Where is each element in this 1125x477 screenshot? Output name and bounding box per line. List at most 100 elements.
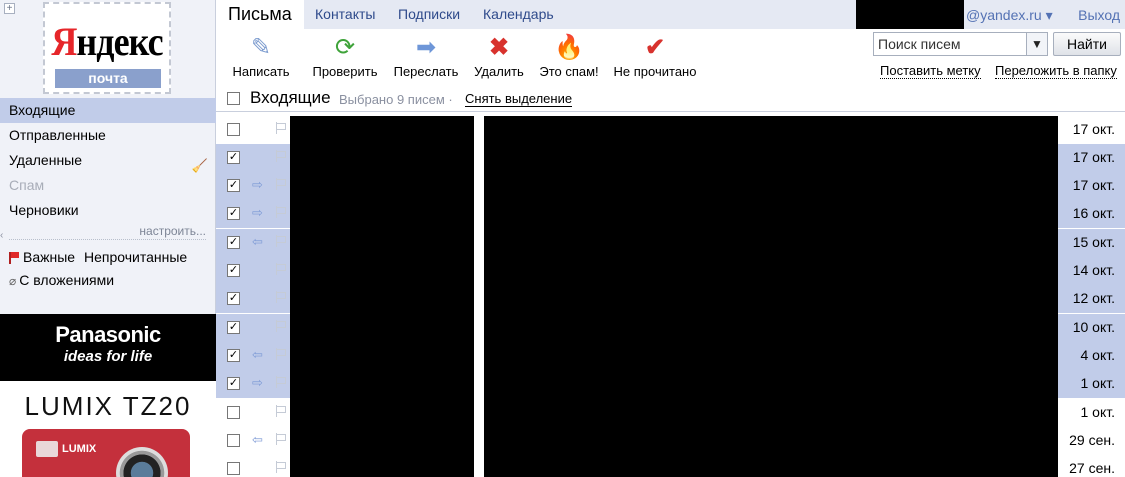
forward-button[interactable]: ➡ Переслать	[384, 34, 468, 79]
selection-count: Выбрано 9 писем ·	[339, 92, 453, 107]
red-flag-icon	[9, 252, 19, 264]
replied-icon: ⇦	[252, 234, 263, 249]
list-header: Входящие Выбрано 9 писем · Снять выделен…	[216, 86, 1125, 112]
message-checkbox[interactable]: ✓	[227, 236, 240, 249]
message-checkbox[interactable]: ✓	[227, 179, 240, 192]
message-date: 15 окт.	[1072, 234, 1115, 250]
replied-icon: ⇦	[252, 347, 263, 362]
configure-folders-link[interactable]: настроить...	[139, 224, 206, 238]
flag-icon[interactable]	[276, 263, 286, 275]
message-checkbox[interactable]: ✓	[227, 207, 240, 220]
search-button[interactable]: Найти	[1053, 32, 1121, 56]
ad-brand: Panasonic	[55, 322, 161, 347]
folder-deleted[interactable]: Удаленные 🧹	[0, 148, 216, 173]
flag-icon[interactable]	[276, 178, 286, 190]
mark-unread-button[interactable]: ✔ Не прочитано	[613, 34, 697, 79]
logo-wordmark: Яндекс	[51, 19, 163, 64]
folder-deleted-label: Удаленные	[9, 152, 83, 168]
message-checkbox[interactable]	[227, 123, 240, 136]
redacted-username	[856, 0, 964, 29]
message-date: 16 окт.	[1072, 205, 1115, 221]
folder-spam[interactable]: Спам	[0, 173, 216, 198]
tab-contacts[interactable]: Контакты	[315, 0, 375, 29]
collapse-sidebar-icon[interactable]: ‹	[0, 230, 3, 241]
message-checkbox[interactable]: ✓	[227, 321, 240, 334]
logo-subtitle: почта	[55, 69, 161, 88]
folder-drafts[interactable]: Черновики	[0, 198, 216, 223]
select-all-checkbox[interactable]	[227, 92, 240, 105]
camera-lens	[116, 447, 168, 477]
add-widget-button[interactable]: +	[4, 3, 15, 14]
logout-link[interactable]: Выход	[1078, 0, 1120, 29]
ad-product: LUMIX TZ20 LUMIX	[0, 381, 216, 477]
flag-icon[interactable]	[276, 206, 286, 218]
set-label-link[interactable]: Поставить метку	[880, 63, 981, 79]
tab-subscriptions[interactable]: Подписки	[398, 0, 460, 29]
ad-header: Panasonic ideas for life	[0, 314, 216, 381]
yandex-mail-logo[interactable]: Яндекс почта	[43, 2, 171, 94]
folder-sent[interactable]: Отправленные	[0, 123, 216, 148]
message-checkbox[interactable]	[227, 434, 240, 447]
column-gap	[474, 116, 484, 477]
refresh-icon: ⟳	[334, 34, 356, 61]
message-checkbox[interactable]: ✓	[227, 292, 240, 305]
flag-icon[interactable]	[276, 405, 286, 417]
message-date: 27 сен.	[1069, 460, 1115, 476]
paperclip-icon: ⌀	[9, 274, 17, 288]
checkmark-icon: ✔	[644, 34, 666, 61]
camera-image: LUMIX	[22, 429, 190, 477]
message-date: 1 окт.	[1080, 404, 1116, 420]
flag-icon[interactable]	[276, 150, 286, 162]
spam-button[interactable]: 🔥 Это спам!	[527, 34, 611, 79]
flag-icon[interactable]	[276, 122, 286, 134]
user-account-menu[interactable]: @yandex.ru ▾	[966, 0, 1053, 29]
compose-icon: ✎	[250, 34, 272, 61]
ad-slogan: ideas for life	[63, 348, 153, 365]
filter-unread[interactable]: Непрочитанные	[84, 249, 187, 265]
sidebar: + Яндекс почта Входящие Отправленные Уда…	[0, 0, 216, 477]
forwarded-icon: ⇨	[252, 205, 263, 220]
ad-model-name: LUMIX TZ20	[24, 391, 192, 421]
flag-icon[interactable]	[276, 433, 286, 445]
flag-icon[interactable]	[276, 461, 286, 473]
tab-mail[interactable]: Письма	[216, 0, 304, 29]
message-date: 17 окт.	[1072, 149, 1115, 165]
search-input[interactable]	[873, 32, 1027, 56]
top-navigation: Письма Контакты Подписки Календарь @yand…	[216, 0, 1125, 29]
replied-icon: ⇦	[252, 432, 263, 447]
message-date: 17 окт.	[1072, 121, 1115, 137]
flag-icon[interactable]	[276, 376, 286, 388]
filter-attachments[interactable]: ⌀ С вложениями	[9, 272, 114, 288]
folder-inbox[interactable]: Входящие	[0, 98, 216, 123]
message-date: 1 окт.	[1080, 375, 1116, 391]
message-checkbox[interactable]: ✓	[227, 151, 240, 164]
flag-icon[interactable]	[276, 235, 286, 247]
forward-arrow-icon: ➡	[415, 34, 437, 61]
message-checkbox[interactable]: ✓	[227, 349, 240, 362]
message-date: 17 окт.	[1072, 177, 1115, 193]
unselect-all-link[interactable]: Снять выделение	[465, 91, 573, 107]
flag-icon[interactable]	[276, 348, 286, 360]
check-mail-button[interactable]: ⟳ Проверить	[303, 34, 387, 79]
advertisement-banner[interactable]: Panasonic ideas for life LUMIX TZ20 LUMI…	[0, 314, 216, 477]
camera-flash	[36, 441, 58, 457]
message-date: 14 окт.	[1072, 262, 1115, 278]
move-to-folder-link[interactable]: Переложить в папку	[995, 63, 1117, 79]
redacted-sender-column	[290, 116, 474, 477]
message-date: 12 окт.	[1072, 290, 1115, 306]
message-date: 29 сен.	[1069, 432, 1115, 448]
tab-calendar[interactable]: Календарь	[483, 0, 554, 29]
message-checkbox[interactable]	[227, 406, 240, 419]
compose-button[interactable]: ✎ Написать	[219, 34, 303, 79]
folder-title: Входящие	[250, 88, 331, 107]
message-checkbox[interactable]	[227, 462, 240, 475]
flag-icon[interactable]	[276, 320, 286, 332]
search-options-dropdown[interactable]: ▼	[1026, 32, 1048, 56]
message-checkbox[interactable]: ✓	[227, 377, 240, 390]
filter-important[interactable]: Важные	[9, 249, 75, 265]
message-date: 10 окт.	[1072, 319, 1115, 335]
divider	[9, 239, 206, 240]
flag-icon[interactable]	[276, 291, 286, 303]
message-checkbox[interactable]: ✓	[227, 264, 240, 277]
message-date: 4 окт.	[1080, 347, 1116, 363]
